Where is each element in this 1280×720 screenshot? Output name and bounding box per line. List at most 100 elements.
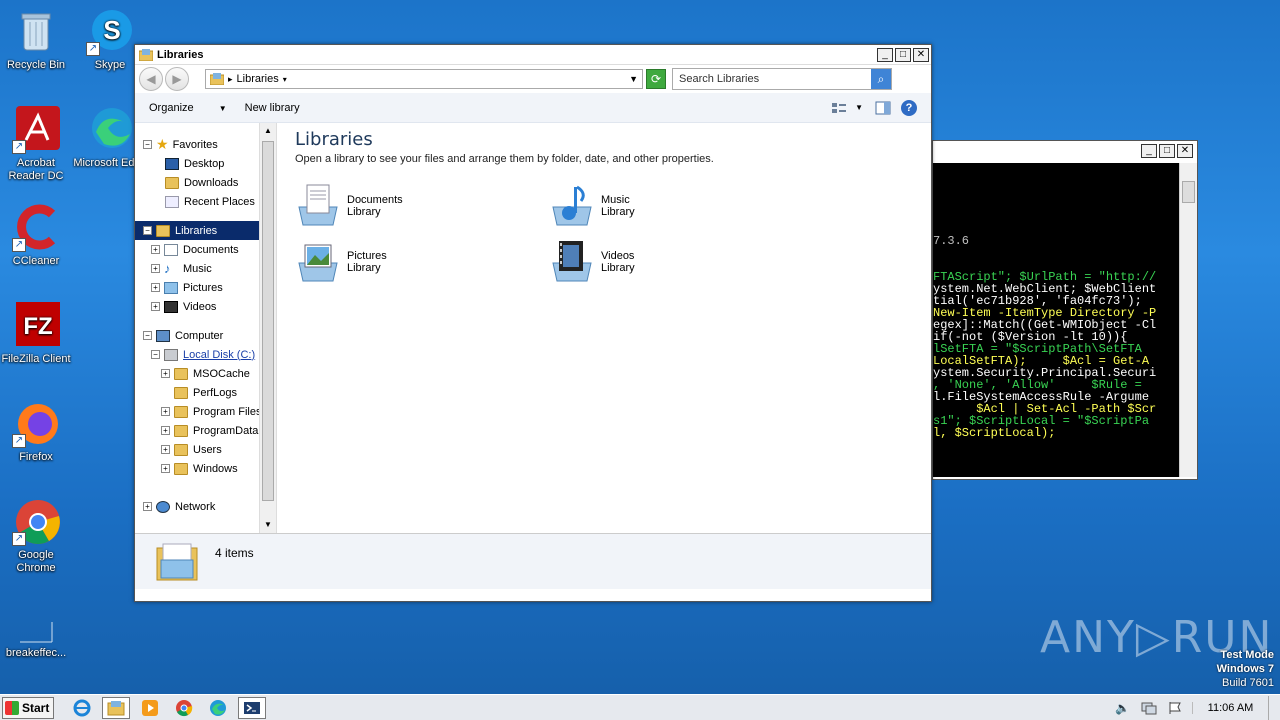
explorer-titlebar[interactable]: Libraries _ □ ✕ — [135, 45, 931, 65]
libraries-folder-icon — [210, 73, 224, 85]
tree-item-music[interactable]: + ♪ Music — [135, 259, 276, 278]
tree-item-downloads[interactable]: Downloads — [135, 173, 276, 192]
chevron-down-icon[interactable]: ▾ — [283, 75, 287, 84]
tree-item-perflogs[interactable]: PerfLogs — [135, 383, 276, 402]
tree-item-label: ProgramData — [193, 424, 259, 437]
page-subtitle: Open a library to see your files and arr… — [295, 153, 714, 165]
close-button[interactable]: ✕ — [913, 47, 929, 62]
scroll-up-arrow-icon[interactable]: ▲ — [260, 123, 276, 139]
desktop-icon-recycle-bin[interactable]: Recycle Bin — [0, 8, 74, 72]
shortcut-arrow-icon: ↗ — [86, 42, 100, 56]
refresh-button[interactable]: ⟳ — [646, 69, 666, 89]
tree-item-videos[interactable]: + Videos — [135, 297, 276, 316]
desktop-icon-firefox[interactable]: ↗ Firefox — [0, 400, 74, 464]
console-scrollbar[interactable] — [1179, 163, 1197, 477]
search-icon[interactable]: ⌕ — [871, 69, 891, 89]
taskbar-edge[interactable] — [204, 697, 232, 719]
tree-item-desktop[interactable]: Desktop — [135, 154, 276, 173]
collapse-icon[interactable]: − — [143, 140, 152, 149]
library-music[interactable]: Music Library — [549, 183, 803, 229]
tree-item-label: Desktop — [184, 157, 225, 170]
minimize-button[interactable]: _ — [877, 47, 893, 62]
tree-item-local-disk[interactable]: − Local Disk (C:) — [135, 345, 276, 364]
tree-item-users[interactable]: + Users — [135, 440, 276, 459]
chevron-right-icon[interactable]: ▸ — [228, 74, 233, 85]
expand-icon[interactable]: + — [161, 464, 170, 473]
tree-item-documents[interactable]: + Documents — [135, 240, 276, 259]
library-videos[interactable]: Videos Library — [549, 239, 803, 285]
action-center-flag-icon[interactable] — [1167, 701, 1183, 715]
desktop-icon-file[interactable]: breakeffec... — [0, 596, 74, 660]
expand-icon[interactable]: + — [151, 264, 160, 273]
library-name: Documents — [347, 194, 403, 206]
console-titlebar[interactable]: _ □ ✕ — [933, 141, 1197, 161]
taskbar-powershell[interactable] — [238, 696, 266, 719]
minimize-button[interactable]: _ — [1141, 144, 1157, 158]
maximize-button[interactable]: □ — [1159, 144, 1175, 158]
view-dropdown-icon[interactable]: ▼ — [855, 103, 863, 112]
navigation-bar: ◀ ▶ ▸ Libraries ▾ ▼ ⟳ Search Libraries ⌕ — [135, 65, 931, 93]
library-documents[interactable]: Documents Library — [295, 183, 549, 229]
maximize-button[interactable]: □ — [895, 47, 911, 62]
folder-icon — [174, 405, 188, 418]
expand-icon[interactable]: + — [151, 283, 160, 292]
network-icon[interactable] — [1141, 701, 1157, 715]
collapse-icon[interactable]: − — [151, 350, 160, 359]
address-dropdown-icon[interactable]: ▼ — [629, 74, 638, 84]
console-scroll-thumb[interactable] — [1182, 181, 1195, 203]
tree-item-msocache[interactable]: + MSOCache — [135, 364, 276, 383]
address-breadcrumb[interactable]: Libraries — [237, 73, 279, 85]
expand-icon[interactable]: + — [161, 407, 170, 416]
search-input[interactable]: Search Libraries ⌕ — [672, 68, 892, 90]
tree-item-libraries[interactable]: − Libraries — [135, 221, 275, 240]
clock[interactable]: 11:06 AM — [1192, 701, 1268, 714]
navigation-pane[interactable]: − ★ Favorites Desktop Downloads Recent P… — [135, 123, 277, 533]
back-button[interactable]: ◀ — [139, 67, 163, 91]
volume-icon[interactable]: 🔈 — [1115, 701, 1131, 715]
expand-icon[interactable]: + — [151, 245, 160, 254]
tree-item-network[interactable]: + Network — [135, 497, 276, 516]
preview-pane-icon[interactable] — [875, 101, 891, 115]
tree-item-program-files[interactable]: + Program Files — [135, 402, 276, 421]
scroll-thumb[interactable] — [262, 141, 274, 501]
show-desktop-button[interactable] — [1268, 695, 1280, 720]
organize-button[interactable]: Organize ▼ — [149, 102, 227, 114]
expand-icon[interactable]: + — [143, 502, 152, 511]
scroll-down-arrow-icon[interactable]: ▼ — [260, 517, 276, 533]
close-button[interactable]: ✕ — [1177, 144, 1193, 158]
desktop-icon-filezilla[interactable]: FZ FileZilla Client — [0, 302, 74, 366]
navigation-scrollbar[interactable]: ▲ ▼ — [259, 123, 276, 533]
expand-icon[interactable]: + — [151, 302, 160, 311]
library-pictures[interactable]: Pictures Library — [295, 239, 549, 285]
window-title: Libraries — [157, 48, 204, 61]
view-options-icon[interactable] — [831, 101, 847, 115]
taskbar-chrome[interactable] — [170, 697, 198, 719]
desktop-icon-acrobat[interactable]: ↗ Acrobat Reader DC — [0, 106, 74, 183]
collapse-icon[interactable]: − — [143, 226, 152, 235]
console-window[interactable]: _ □ ✕ 7.3.6 FTAScript"; $UrlPath = "http:… — [932, 140, 1198, 480]
collapse-icon[interactable]: − — [143, 331, 152, 340]
tree-item-programdata[interactable]: + ProgramData — [135, 421, 276, 440]
tree-item-favorites[interactable]: − ★ Favorites — [135, 135, 276, 154]
tree-item-pictures[interactable]: + Pictures — [135, 278, 276, 297]
explorer-window[interactable]: Libraries _ □ ✕ ◀ ▶ ▸ Libraries ▾ ▼ ⟳ Se… — [134, 44, 932, 602]
new-library-button[interactable]: New library — [245, 102, 300, 114]
desktop-icon-ccleaner[interactable]: ↗ CCleaner — [0, 204, 74, 268]
tree-item-recent-places[interactable]: Recent Places — [135, 192, 276, 211]
expand-icon[interactable]: + — [161, 369, 170, 378]
taskbar-media-player[interactable] — [136, 697, 164, 719]
expand-icon[interactable]: + — [161, 445, 170, 454]
tree-item-computer[interactable]: − Computer — [135, 326, 276, 345]
address-bar[interactable]: ▸ Libraries ▾ ▼ — [205, 69, 643, 89]
forward-button[interactable]: ▶ — [165, 67, 189, 91]
expand-icon[interactable]: + — [161, 426, 170, 435]
console-output[interactable]: 7.3.6 FTAScript"; $UrlPath = "http://yste… — [933, 163, 1179, 477]
desktop-icon — [165, 157, 179, 170]
desktop-icon-chrome[interactable]: ↗ Google Chrome — [0, 498, 74, 575]
start-button[interactable]: Start — [2, 696, 54, 719]
taskbar-ie[interactable] — [68, 697, 96, 719]
tree-item-windows[interactable]: + Windows — [135, 459, 276, 478]
library-name: Pictures — [347, 250, 387, 262]
taskbar-explorer[interactable] — [102, 696, 130, 719]
help-icon[interactable]: ? — [901, 99, 917, 116]
